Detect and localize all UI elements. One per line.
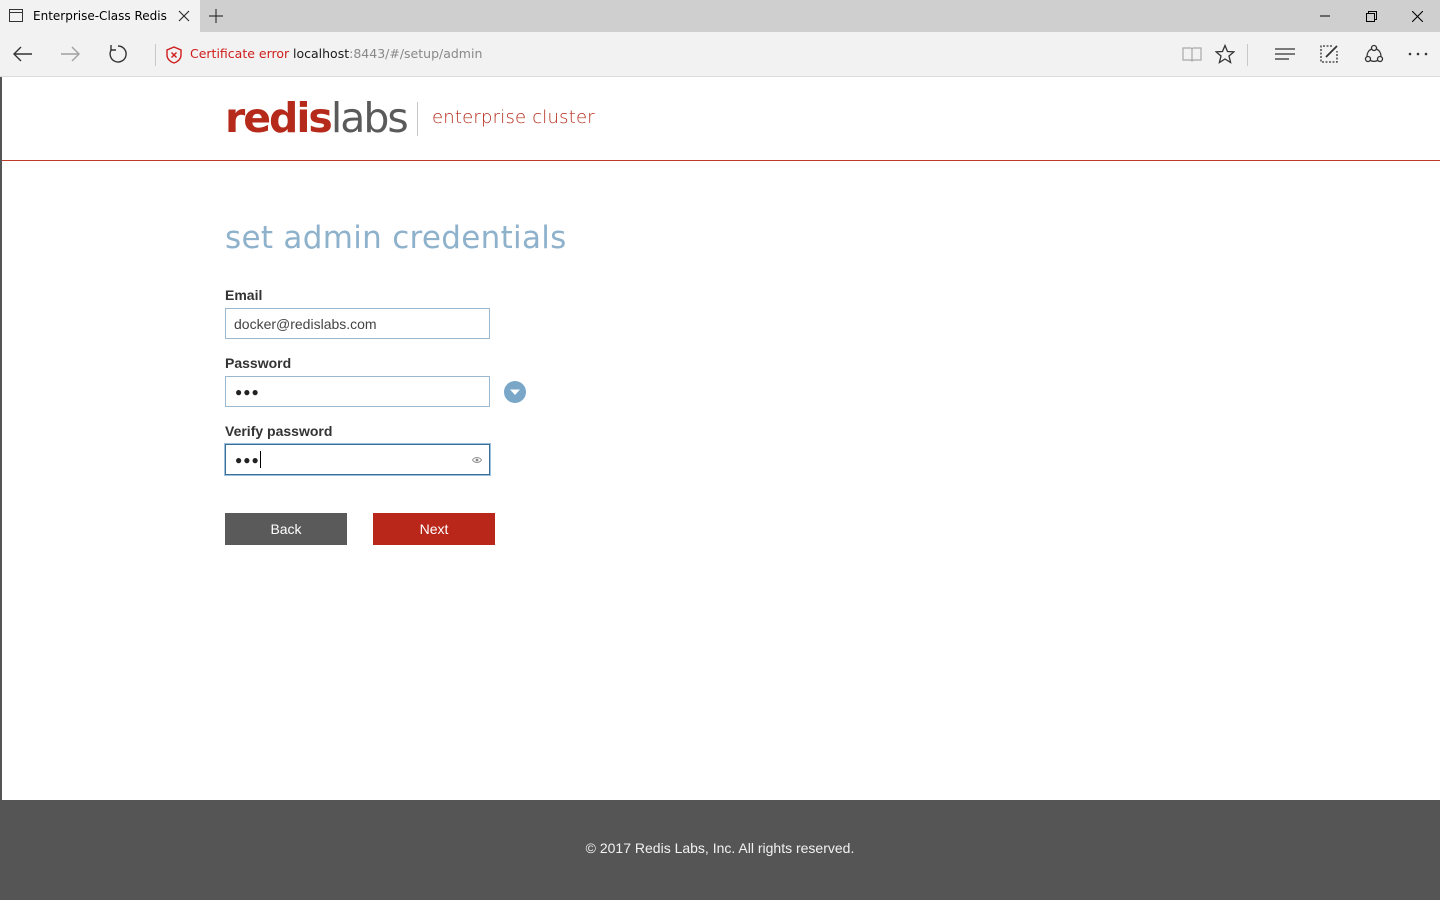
address-bar[interactable]: localhost:8443/#/setup/admin [293, 46, 482, 61]
share-button[interactable] [1354, 32, 1394, 76]
email-field[interactable] [225, 308, 490, 339]
forward-arrow-icon [61, 46, 80, 62]
password-label: Password [225, 355, 292, 371]
text-caret [260, 451, 261, 468]
minimize-button[interactable] [1302, 0, 1348, 32]
back-button[interactable]: Back [225, 513, 347, 545]
star-icon [1215, 44, 1235, 64]
restore-icon [1365, 10, 1377, 22]
plus-icon[interactable] [209, 9, 223, 23]
web-note-icon [1320, 45, 1338, 63]
toolbar-divider [155, 44, 156, 66]
page-icon [9, 9, 23, 22]
page-title: set admin credentials [225, 220, 567, 256]
site-footer: © 2017 Redis Labs, Inc. All rights reser… [0, 800, 1440, 900]
forward-nav-button[interactable] [50, 32, 90, 76]
email-label: Email [225, 287, 263, 303]
toolbar-divider [1247, 44, 1248, 66]
site-header: redislabs enterprise cluster [2, 77, 1440, 161]
verify-password-field[interactable]: ●●● [225, 444, 490, 475]
shield-error-icon[interactable] [165, 46, 183, 64]
back-arrow-icon [13, 46, 32, 62]
url-path: :8443/#/setup/admin [349, 46, 483, 61]
refresh-button[interactable] [98, 32, 138, 76]
hub-icon [1275, 48, 1295, 60]
more-button[interactable] [1398, 32, 1438, 76]
browser-tabstrip: Enterprise-Class Redis fo [0, 0, 1440, 32]
product-name: enterprise cluster [432, 107, 595, 128]
next-button[interactable]: Next [373, 513, 495, 545]
close-window-button[interactable] [1394, 0, 1440, 32]
reading-view-icon [1182, 47, 1202, 62]
share-icon [1364, 44, 1384, 63]
web-note-button[interactable] [1309, 32, 1349, 76]
more-icon [1408, 52, 1428, 56]
password-field[interactable]: ●●● [225, 376, 490, 407]
redislabs-logo[interactable]: redislabs [225, 94, 409, 142]
browser-tab[interactable]: Enterprise-Class Redis fo [0, 0, 200, 32]
browser-toolbar: Certificate error localhost:8443/#/setup… [0, 32, 1440, 77]
refresh-icon [109, 45, 127, 63]
minimize-icon [1320, 15, 1330, 17]
password-mask: ●●● [235, 385, 260, 399]
certificate-error-label[interactable]: Certificate error [190, 46, 289, 61]
chevron-down-icon [510, 389, 520, 395]
restore-button[interactable] [1348, 0, 1394, 32]
hub-button[interactable] [1265, 32, 1305, 76]
favorite-button[interactable] [1205, 32, 1245, 76]
copyright-text: © 2017 Redis Labs, Inc. All rights reser… [585, 840, 855, 856]
tab-title: Enterprise-Class Redis fo [33, 9, 170, 23]
close-icon [1411, 10, 1423, 22]
logo-labs: labs [330, 94, 409, 142]
password-info-button[interactable] [504, 381, 526, 403]
logo-divider [417, 102, 418, 136]
url-host: localhost [293, 46, 350, 61]
close-icon[interactable] [178, 10, 190, 22]
logo-redis: redis [225, 94, 333, 142]
verify-password-mask: ●●● [235, 453, 260, 467]
reveal-password-icon[interactable] [472, 456, 482, 464]
back-nav-button[interactable] [3, 32, 43, 76]
window-edge [0, 77, 2, 800]
verify-password-label: Verify password [225, 423, 333, 439]
